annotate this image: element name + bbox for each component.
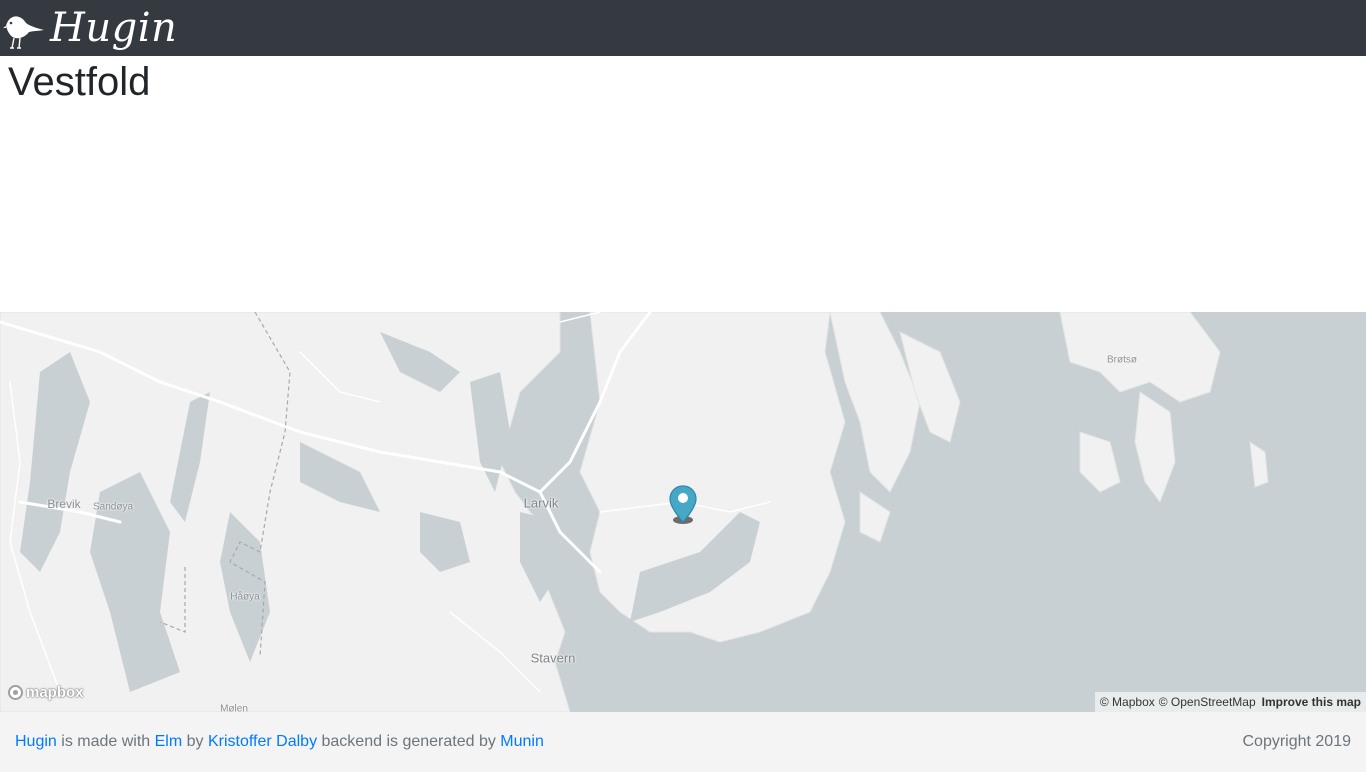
made-with-text: is made with	[56, 733, 155, 750]
map-attribution: © Mapbox © OpenStreetMap Improve this ma…	[1094, 692, 1366, 712]
osm-attribution-link[interactable]: © OpenStreetMap	[1159, 695, 1256, 709]
by-text: by	[182, 733, 208, 750]
munin-link[interactable]: Munin	[500, 733, 544, 750]
map-label-larvik: Larvik	[523, 495, 559, 511]
copyright-text: Copyright 2019	[1242, 733, 1351, 750]
page-title: Vestfold	[8, 60, 151, 104]
backend-text: backend is generated by	[317, 733, 501, 750]
author-link[interactable]: Kristoffer Dalby	[208, 733, 317, 750]
raven-logo-icon	[3, 16, 44, 49]
elm-link[interactable]: Elm	[155, 733, 183, 750]
location-marker-icon[interactable]	[668, 484, 698, 526]
map-label-molen: Mølen	[220, 703, 248, 713]
mapbox-attribution-link[interactable]: © Mapbox	[1100, 695, 1155, 709]
mapbox-logo-icon	[8, 685, 23, 700]
map-label-stavern: Stavern	[530, 650, 576, 666]
map-label-brevik: Brevik	[47, 497, 81, 511]
brand-text: Hugin	[50, 5, 178, 51]
improve-map-link[interactable]: Improve this map	[1262, 695, 1361, 709]
hugin-link[interactable]: Hugin	[15, 733, 57, 750]
map-label-haoya: Håøya	[230, 591, 260, 603]
brand-link[interactable]: Hugin	[2, 0, 177, 56]
navbar: Hugin	[0, 0, 1366, 56]
map-label-brotso: Brøtsø	[1107, 354, 1137, 366]
map[interactable]: Brevik Sandøya Larvik Håøya Stavern Brøt…	[0, 312, 1366, 712]
footer: Hugin is made with Elm by Kristoffer Dal…	[0, 712, 1366, 772]
map-label-sandoya: Sandøya	[92, 501, 134, 513]
footer-credits: Hugin is made with Elm by Kristoffer Dal…	[15, 733, 544, 751]
mapbox-logo[interactable]: mapbox	[8, 684, 84, 701]
mapbox-logo-text: mapbox	[26, 684, 84, 701]
